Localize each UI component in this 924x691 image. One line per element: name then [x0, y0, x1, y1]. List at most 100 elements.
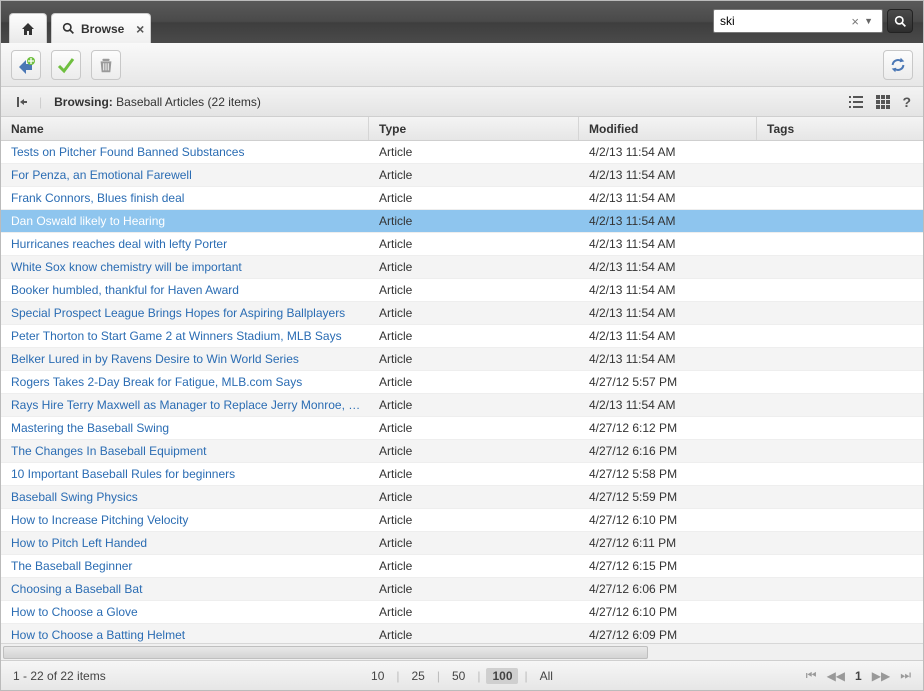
page-size-option[interactable]: 50	[446, 668, 471, 684]
prev-page-button[interactable]: ◀◀	[827, 669, 845, 683]
cell-type: Article	[369, 582, 579, 596]
column-header-tags[interactable]: Tags	[757, 117, 923, 140]
cell-name[interactable]: 10 Important Baseball Rules for beginner…	[1, 467, 369, 481]
divider: |	[437, 669, 440, 683]
cell-name[interactable]: How to Pitch Left Handed	[1, 536, 369, 550]
cell-name[interactable]: Peter Thorton to Start Game 2 at Winners…	[1, 329, 369, 343]
cell-name[interactable]: How to Choose a Batting Helmet	[1, 628, 369, 642]
table-row[interactable]: 10 Important Baseball Rules for beginner…	[1, 463, 923, 486]
home-tab[interactable]	[9, 13, 47, 43]
cell-type: Article	[369, 168, 579, 182]
table-row[interactable]: Belker Lured in by Ravens Desire to Win …	[1, 348, 923, 371]
cell-type: Article	[369, 237, 579, 251]
clear-search-icon[interactable]: ×	[851, 14, 859, 29]
table-row[interactable]: Booker humbled, thankful for Haven Award…	[1, 279, 923, 302]
table-row[interactable]: Tests on Pitcher Found Banned Substances…	[1, 141, 923, 164]
cell-type: Article	[369, 283, 579, 297]
cell-name[interactable]: White Sox know chemistry will be importa…	[1, 260, 369, 274]
cell-name[interactable]: Dan Oswald likely to Hearing	[1, 214, 369, 228]
cell-name[interactable]: How to Choose a Glove	[1, 605, 369, 619]
tab-browse[interactable]: Browse ×	[51, 13, 151, 43]
cell-modified: 4/2/13 11:54 AM	[579, 168, 757, 182]
tab-close-icon[interactable]: ×	[136, 21, 144, 37]
delete-button[interactable]	[91, 50, 121, 80]
refresh-button[interactable]	[883, 50, 913, 80]
cell-name[interactable]: Special Prospect League Brings Hopes for…	[1, 306, 369, 320]
cell-name[interactable]: The Baseball Beginner	[1, 559, 369, 573]
cell-name[interactable]: Rays Hire Terry Maxwell as Manager to Re…	[1, 398, 369, 412]
table-row[interactable]: How to Increase Pitching VelocityArticle…	[1, 509, 923, 532]
cell-modified: 4/27/12 6:06 PM	[579, 582, 757, 596]
cell-type: Article	[369, 490, 579, 504]
cell-name[interactable]: How to Increase Pitching Velocity	[1, 513, 369, 527]
table-row[interactable]: How to Choose a Batting HelmetArticle4/2…	[1, 624, 923, 643]
column-header-type[interactable]: Type	[369, 117, 579, 140]
cell-name[interactable]: Belker Lured in by Ravens Desire to Win …	[1, 352, 369, 366]
first-page-button[interactable]: ⏮	[806, 668, 817, 683]
trash-icon	[97, 56, 115, 74]
cell-name[interactable]: Choosing a Baseball Bat	[1, 582, 369, 596]
search-button[interactable]	[887, 9, 913, 33]
cell-name[interactable]: Baseball Swing Physics	[1, 490, 369, 504]
cell-name[interactable]: The Changes In Baseball Equipment	[1, 444, 369, 458]
footer: 1 - 22 of 22 items 10|25|50|100|All ⏮ ◀◀…	[1, 660, 923, 690]
page-size-option[interactable]: 10	[365, 668, 390, 684]
table-row[interactable]: Choosing a Baseball BatArticle4/27/12 6:…	[1, 578, 923, 601]
page-size-option[interactable]: 100	[486, 668, 518, 684]
help-button[interactable]: ?	[902, 94, 911, 110]
cell-name[interactable]: Booker humbled, thankful for Haven Award	[1, 283, 369, 297]
page-size-option[interactable]: All	[534, 668, 559, 684]
cell-type: Article	[369, 467, 579, 481]
list-view-button[interactable]	[848, 95, 864, 109]
cell-type: Article	[369, 536, 579, 550]
data-grid[interactable]: Tests on Pitcher Found Banned Substances…	[1, 141, 923, 643]
last-page-button[interactable]: ⏭	[900, 668, 911, 683]
cell-modified: 4/27/12 5:57 PM	[579, 375, 757, 389]
grid-view-button[interactable]	[876, 95, 890, 109]
cell-name[interactable]: For Penza, an Emotional Farewell	[1, 168, 369, 182]
cell-name[interactable]: Mastering the Baseball Swing	[1, 421, 369, 435]
table-row[interactable]: Hurricanes reaches deal with lefty Porte…	[1, 233, 923, 256]
table-row[interactable]: Special Prospect League Brings Hopes for…	[1, 302, 923, 325]
search-dropdown-icon[interactable]: ▼	[864, 16, 873, 26]
exit-icon[interactable]	[13, 95, 27, 109]
cell-modified: 4/27/12 5:58 PM	[579, 467, 757, 481]
table-row[interactable]: How to Choose a GloveArticle4/27/12 6:10…	[1, 601, 923, 624]
next-page-button[interactable]: ▶▶	[872, 669, 890, 683]
cell-name[interactable]: Frank Connors, Blues finish deal	[1, 191, 369, 205]
table-row[interactable]: Peter Thorton to Start Game 2 at Winners…	[1, 325, 923, 348]
cell-modified: 4/2/13 11:54 AM	[579, 145, 757, 159]
column-headers: Name Type Modified Tags	[1, 117, 923, 141]
cell-name[interactable]: Hurricanes reaches deal with lefty Porte…	[1, 237, 369, 251]
table-row[interactable]: The Baseball BeginnerArticle4/27/12 6:15…	[1, 555, 923, 578]
table-row[interactable]: The Changes In Baseball EquipmentArticle…	[1, 440, 923, 463]
table-row[interactable]: For Penza, an Emotional FarewellArticle4…	[1, 164, 923, 187]
table-row[interactable]: Dan Oswald likely to HearingArticle4/2/1…	[1, 210, 923, 233]
cell-modified: 4/27/12 6:15 PM	[579, 559, 757, 573]
cell-type: Article	[369, 605, 579, 619]
divider: |	[396, 669, 399, 683]
table-row[interactable]: Mastering the Baseball SwingArticle4/27/…	[1, 417, 923, 440]
scrollbar-thumb[interactable]	[3, 646, 648, 659]
table-row[interactable]: Rogers Takes 2-Day Break for Fatigue, ML…	[1, 371, 923, 394]
column-header-modified[interactable]: Modified	[579, 117, 757, 140]
cell-modified: 4/2/13 11:54 AM	[579, 306, 757, 320]
page-size-selector: 10|25|50|100|All	[365, 668, 559, 684]
page-size-option[interactable]: 25	[406, 668, 431, 684]
cell-name[interactable]: Tests on Pitcher Found Banned Substances	[1, 145, 369, 159]
cell-type: Article	[369, 398, 579, 412]
new-item-button[interactable]	[11, 50, 41, 80]
approve-button[interactable]	[51, 50, 81, 80]
cell-modified: 4/2/13 11:54 AM	[579, 329, 757, 343]
horizontal-scrollbar[interactable]	[1, 643, 923, 660]
table-row[interactable]: Baseball Swing PhysicsArticle4/27/12 5:5…	[1, 486, 923, 509]
cell-name[interactable]: Rogers Takes 2-Day Break for Fatigue, ML…	[1, 375, 369, 389]
table-row[interactable]: How to Pitch Left HandedArticle4/27/12 6…	[1, 532, 923, 555]
cell-type: Article	[369, 513, 579, 527]
table-row[interactable]: Rays Hire Terry Maxwell as Manager to Re…	[1, 394, 923, 417]
grid-icon	[876, 95, 890, 109]
table-row[interactable]: White Sox know chemistry will be importa…	[1, 256, 923, 279]
cell-modified: 4/2/13 11:54 AM	[579, 237, 757, 251]
table-row[interactable]: Frank Connors, Blues finish dealArticle4…	[1, 187, 923, 210]
column-header-name[interactable]: Name	[1, 117, 369, 140]
